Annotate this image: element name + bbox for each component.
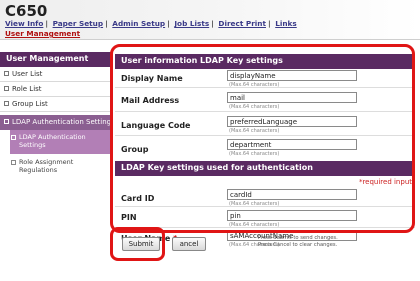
square-bullet-icon	[4, 119, 9, 124]
help-text: Press Submit to send changes. Press Canc…	[258, 235, 338, 249]
nav-links[interactable]: Links	[275, 19, 297, 28]
mail-address-input[interactable]	[227, 92, 357, 103]
field-label: Group	[121, 145, 149, 154]
nav-direct-print[interactable]: Direct Print	[218, 19, 266, 28]
top-nav: View Info | Paper Setup | Admin Setup | Job…	[5, 19, 297, 28]
field-label: PIN	[121, 213, 137, 222]
nav-admin-setup[interactable]: Admin Setup	[112, 19, 165, 28]
sidebar-subitem-ldap-authentication-settings[interactable]: LDAP Authentication Settings	[10, 130, 111, 154]
field-hint: (Max.64 characters)	[229, 128, 280, 134]
nav-separator: |	[167, 19, 170, 28]
sidebar-divider	[0, 81, 111, 82]
nav-separator: |	[267, 19, 271, 28]
nav-separator: |	[105, 19, 108, 28]
sidebar-item-role-list[interactable]: Role List	[0, 85, 111, 93]
field-label: Language Code	[121, 121, 191, 130]
field-label: Card ID	[121, 194, 155, 203]
field-hint: (Max.64 characters)	[229, 104, 280, 110]
field-hint: (Max.64 characters)	[229, 151, 280, 157]
nav-separator: |	[45, 19, 49, 28]
sidebar-divider	[0, 111, 111, 112]
nav-view-info[interactable]: View Info	[5, 19, 43, 28]
pin-input[interactable]	[227, 210, 357, 221]
nav-job-lists[interactable]: Job Lists	[174, 19, 209, 28]
header-divider	[0, 39, 420, 40]
submit-button[interactable]: Submit	[122, 237, 160, 251]
square-bullet-icon	[11, 135, 16, 140]
display-name-input[interactable]	[227, 70, 357, 81]
sidebar-item-label: Role List	[12, 85, 42, 93]
square-bullet-icon	[4, 86, 9, 91]
language-code-input[interactable]	[227, 116, 357, 127]
sidebar-subitem-role-assignment-regulations[interactable]: Role Assignment Regulations	[10, 158, 100, 174]
section-header-ldap-key-authentication: LDAP Key settings used for authenticatio…	[115, 161, 415, 176]
sidebar-item-label: LDAP Authentication Setting	[12, 118, 111, 126]
square-bullet-icon	[11, 160, 16, 165]
required-input-note: *required input	[358, 178, 412, 186]
row-divider	[115, 111, 415, 112]
row-divider	[115, 206, 415, 207]
nav-separator: |	[211, 19, 214, 28]
sidebar-title: User Management	[0, 52, 111, 67]
row-divider	[115, 87, 415, 88]
group-input[interactable]	[227, 139, 357, 150]
field-label: Mail Address	[121, 96, 180, 105]
help-line-cancel: Press Cancel to clear changes.	[258, 242, 338, 248]
sidebar-item-label: User List	[12, 70, 43, 78]
sidebar-subitem-label: Role Assignment Regulations	[19, 158, 74, 174]
printer-model-title: C650	[5, 2, 48, 20]
square-bullet-icon	[4, 71, 9, 76]
sidebar-item-group-list[interactable]: Group List	[0, 100, 111, 108]
card-id-input[interactable]	[227, 189, 357, 200]
nav-paper-setup[interactable]: Paper Setup	[53, 19, 104, 28]
row-divider	[115, 135, 415, 136]
square-bullet-icon	[4, 101, 9, 106]
field-label: Display Name	[121, 74, 183, 83]
sidebar-item-user-list[interactable]: User List	[0, 70, 111, 78]
cancel-button[interactable]: ancel	[172, 237, 206, 251]
sidebar-divider	[0, 96, 111, 97]
row-divider	[115, 227, 415, 228]
breadcrumb-user-management[interactable]: User Management	[5, 29, 80, 38]
sidebar-item-ldap-authentication-setting[interactable]: LDAP Authentication Setting	[0, 115, 111, 130]
sidebar-item-label: Group List	[12, 100, 48, 108]
section-header-user-information: User information LDAP Key settings	[115, 54, 415, 69]
sidebar-subitem-label: LDAP Authentication Settings	[19, 133, 86, 149]
help-line-submit: Press Submit to send changes.	[258, 235, 338, 241]
